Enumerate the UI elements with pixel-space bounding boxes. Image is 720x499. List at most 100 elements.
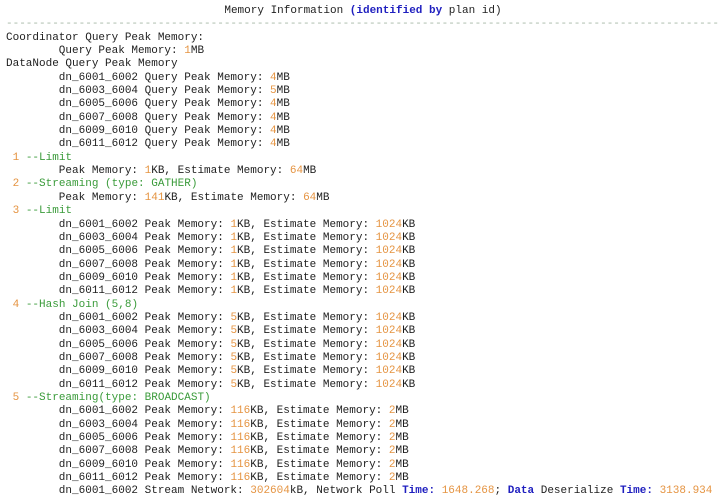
text-segment-plain: MB (190, 45, 205, 58)
text-segment-op: --Limit (25, 151, 73, 164)
plan-node-memory-row: dn_6011_6012 Peak Memory: 116KB, Estimat… (6, 472, 720, 485)
text-segment-plain (6, 152, 13, 164)
text-segment-plain: plan id) (442, 5, 502, 17)
plan-node-memory-row: dn_6001_6002 Peak Memory: 5KB, Estimate … (6, 312, 720, 325)
coordinator-peak-value: Query Peak Memory: 1MB (6, 45, 720, 58)
text-segment-op: --Limit (25, 205, 73, 218)
text-segment-plain: dn_6001_6002 Stream Network: (6, 485, 251, 498)
plan-node-memory-row: dn_6011_6012 Peak Memory: 5KB, Estimate … (6, 379, 720, 392)
text-segment-plain: KB, Estimate Memory: (237, 338, 376, 351)
text-segment-plain: dn_6003_6004 Peak Memory: (6, 231, 231, 244)
text-segment-num: 64 (303, 191, 317, 204)
text-segment-num: 1 (184, 45, 191, 58)
text-segment-plain: dn_6009_6010 Peak Memory: (6, 458, 231, 471)
plan-node-header: 5 --Streaming(type: BROADCAST) (6, 392, 720, 405)
text-segment-plain: KB (402, 378, 416, 391)
plan-node-memory-row: dn_6009_6010 Peak Memory: 116KB, Estimat… (6, 459, 720, 472)
text-segment-plain: KB, Estimate Memory: (151, 165, 290, 178)
text-segment-plain: DataNode Query Peak Memory (6, 58, 178, 71)
text-segment-num: 116 (230, 418, 251, 431)
text-segment-plain: KB (402, 285, 416, 298)
text-segment-plain: dn_6007_6008 Peak Memory: (6, 445, 231, 458)
text-segment-plain (19, 392, 26, 404)
text-segment-num: 4 (270, 138, 277, 151)
plan-node-memory-row: dn_6003_6004 Peak Memory: 5KB, Estimate … (6, 325, 720, 338)
text-segment-num: 1024 (375, 338, 403, 351)
datanode-peak-row: dn_6011_6012 Query Peak Memory: 4MB (6, 138, 720, 151)
text-segment-num: 1024 (375, 378, 403, 391)
text-segment-plain (435, 485, 442, 497)
text-segment-num: 1024 (375, 365, 403, 378)
text-segment-plain: KB, Estimate Memory: (237, 285, 376, 298)
text-segment-plain: dn_6007_6008 Peak Memory: (6, 351, 231, 364)
plan-node-memory-row: dn_6001_6002 Peak Memory: 116KB, Estimat… (6, 405, 720, 418)
text-segment-num: 116 (230, 432, 251, 444)
text-segment-num: 1024 (375, 271, 403, 284)
text-segment-kw: Data (507, 485, 535, 498)
text-segment-plain: MB (395, 405, 409, 418)
text-segment-op: --Hash Join (5,8) (25, 298, 139, 311)
text-segment-plain: KB (402, 365, 416, 378)
title-line: Memory Information (identified by plan i… (6, 5, 720, 18)
plan-node-memory-row: dn_6007_6008 Peak Memory: 1KB, Estimate … (6, 259, 720, 272)
datanode-peak-row: dn_6007_6008 Query Peak Memory: 4MB (6, 112, 720, 125)
text-segment-plain: KB (402, 231, 416, 244)
text-segment-plain (19, 152, 26, 164)
text-segment-plain (6, 299, 13, 311)
text-segment-plain: dn_6009_6010 Peak Memory: (6, 271, 231, 284)
text-segment-num: 4 (270, 111, 277, 124)
text-segment-plain: KB, Estimate Memory: (237, 365, 376, 378)
text-segment-plain: dn_6005_6006 Peak Memory: (6, 432, 231, 444)
text-segment-plain: KB, Estimate Memory: (250, 445, 389, 458)
text-segment-num: 4 (270, 71, 277, 84)
plan-node-memory-row: dn_6009_6010 Peak Memory: 1KB, Estimate … (6, 272, 720, 285)
text-segment-plain: KB, Estimate Memory: (237, 245, 376, 258)
plan-node-memory-row: dn_6001_6002 Peak Memory: 1KB, Estimate … (6, 219, 720, 232)
text-segment-plain (6, 392, 13, 404)
text-segment-plain: dn_6001_6002 Peak Memory: (6, 405, 231, 418)
text-segment-num: 1648.268 (441, 485, 495, 498)
text-segment-plain: MB (303, 165, 317, 178)
text-segment-plain: dn_6001_6002 Peak Memory: (6, 311, 231, 324)
text-segment-plain: kB, Network Poll (289, 485, 403, 498)
text-segment-num: 116 (230, 405, 251, 418)
plan-node-memory-row: Peak Memory: 1KB, Estimate Memory: 64MB (6, 165, 720, 178)
text-segment-plain (19, 205, 26, 217)
text-segment-plain: KB (402, 271, 416, 284)
text-segment-num: 1024 (375, 245, 403, 258)
text-segment-op: --Streaming(type: BROADCAST) (25, 391, 211, 404)
text-segment-plain: dn_6007_6008 Peak Memory: (6, 258, 231, 271)
text-segment-plain: KB (402, 311, 416, 324)
text-segment-num: 116 (230, 458, 251, 471)
datanode-peak-row: dn_6001_6002 Query Peak Memory: 4MB (6, 72, 720, 85)
text-segment-plain: KB, Estimate Memory: (237, 351, 376, 364)
plan-node-header: 3 --Limit (6, 205, 720, 218)
plan-node-header: 4 --Hash Join (5,8) (6, 299, 720, 312)
text-segment-num: 4 (270, 125, 277, 138)
text-segment-num: 1024 (375, 218, 403, 231)
text-segment-sep: ----------------------------------------… (6, 18, 720, 31)
datanode-peak-row: dn_6003_6004 Query Peak Memory: 5MB (6, 85, 720, 98)
text-segment-plain: dn_6011_6012 Peak Memory: (6, 378, 231, 391)
text-segment-plain: dn_6009_6010 Query Peak Memory: (6, 125, 271, 138)
text-segment-plain: dn_6003_6004 Peak Memory: (6, 325, 231, 338)
text-segment-plain: KB, Estimate Memory: (237, 325, 376, 338)
text-segment-plain: dn_6003_6004 Peak Memory: (6, 418, 231, 431)
text-segment-plain: KB, Estimate Memory: (250, 472, 389, 485)
console-output: Memory Information (identified by plan i… (6, 5, 720, 499)
text-segment-plain: KB (402, 338, 416, 351)
text-segment-plain (653, 485, 660, 497)
text-segment-num: 1024 (375, 311, 403, 324)
text-segment-plain: dn_6011_6012 Query Peak Memory: (6, 138, 271, 151)
text-segment-num: 302604 (250, 485, 290, 498)
text-segment-plain: dn_6011_6012 Peak Memory: (6, 472, 231, 485)
text-segment-op: --Streaming (type: GATHER) (25, 178, 198, 191)
text-segment-plain: MB (276, 98, 290, 111)
text-segment-num: 1024 (375, 231, 403, 244)
text-segment-plain (19, 299, 26, 311)
text-segment-plain: dn_6001_6002 Query Peak Memory: (6, 71, 271, 84)
text-segment-plain: KB (402, 245, 416, 258)
text-segment-plain: MB (276, 138, 290, 151)
text-segment-num: 1024 (375, 258, 403, 271)
text-segment-plain: MB (395, 418, 409, 431)
